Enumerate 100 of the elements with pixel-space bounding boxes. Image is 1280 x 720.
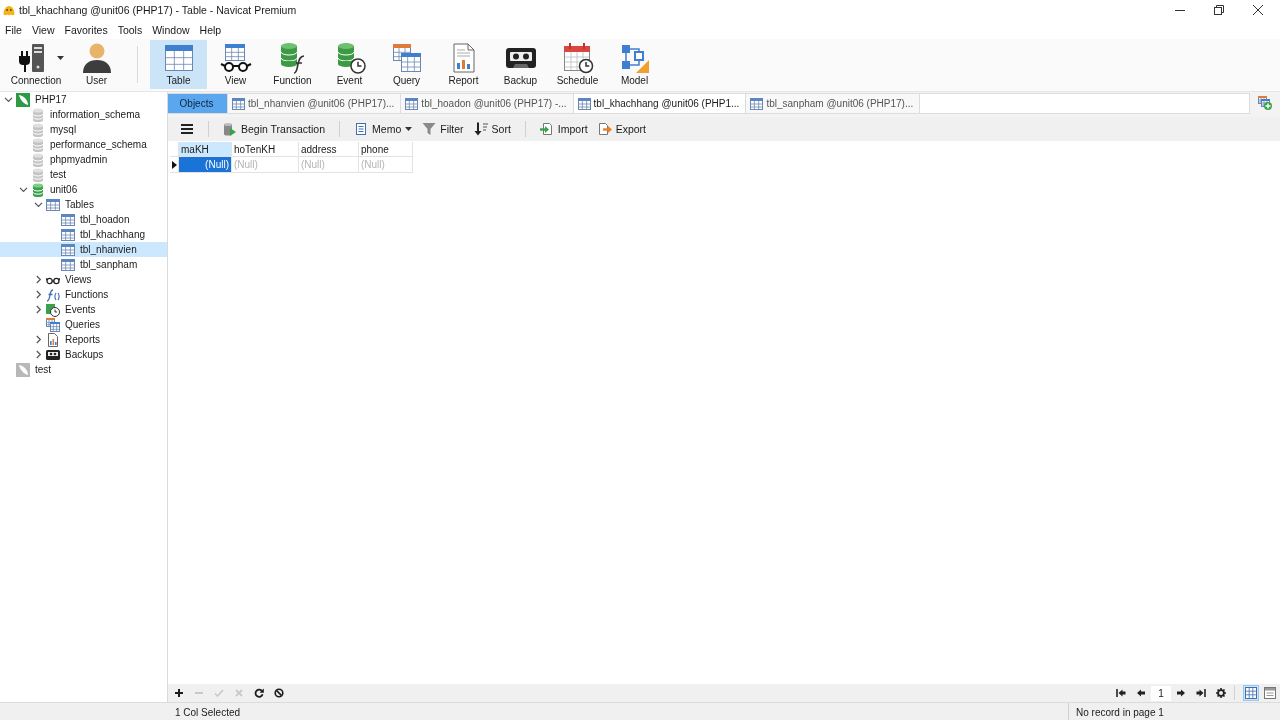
- chevron-right-icon[interactable]: [34, 350, 43, 359]
- chevron-down-icon[interactable]: [4, 95, 13, 104]
- table-icon: [46, 197, 60, 212]
- stacked-tables-icon: [390, 42, 423, 74]
- export-button[interactable]: Export: [593, 119, 650, 139]
- table-icon: [61, 242, 75, 257]
- view-button[interactable]: View: [207, 40, 264, 89]
- tab[interactable]: tbl_hoadon @unit06 (PHP17) -...: [401, 94, 574, 113]
- table-icon: [750, 97, 764, 110]
- table-icon: [405, 97, 419, 110]
- table-icon: [61, 212, 75, 227]
- tree-item[interactable]: Tables: [0, 197, 167, 212]
- menu-item[interactable]: Help: [194, 21, 227, 38]
- column-header[interactable]: maKH: [179, 142, 232, 157]
- transaction-button[interactable]: Begin Transaction: [219, 119, 330, 139]
- arrow-right-icon[interactable]: [1176, 688, 1186, 698]
- chevron-right-icon[interactable]: [34, 335, 43, 344]
- sort-icon: [473, 122, 488, 136]
- arrow-left-icon[interactable]: [1136, 688, 1146, 698]
- chevron-down-icon[interactable]: [19, 185, 28, 194]
- stacked-tables-icon: [46, 317, 60, 332]
- person-icon: [80, 42, 113, 74]
- form-view-icon[interactable]: [1262, 685, 1278, 701]
- skip-first-icon[interactable]: [1116, 688, 1126, 698]
- tree-item[interactable]: unit06: [0, 182, 167, 197]
- status-text: 1 Col Selected: [175, 706, 241, 718]
- model-button[interactable]: Model: [606, 40, 663, 89]
- tab[interactable]: tbl_sanpham @unit06 (PHP17)...: [746, 94, 921, 113]
- tree-item[interactable]: Queries: [0, 317, 167, 332]
- function-button[interactable]: Function: [264, 40, 321, 89]
- document-arrow-icon: [539, 122, 554, 136]
- status-text: No record in page 1: [1076, 706, 1164, 718]
- chevron-right-icon[interactable]: [34, 305, 43, 314]
- table-icon: [162, 42, 195, 74]
- tree-item[interactable]: Reports: [0, 332, 167, 347]
- plus-icon[interactable]: [174, 688, 184, 698]
- tree-item[interactable]: tbl_hoadon: [0, 212, 167, 227]
- tree-item[interactable]: Backups: [0, 347, 167, 362]
- tile-clock-icon: [46, 302, 60, 317]
- tree-item[interactable]: information_schema: [0, 107, 167, 122]
- tree-item[interactable]: test: [0, 362, 167, 377]
- no-entry-icon[interactable]: [274, 688, 284, 698]
- report-button[interactable]: Report: [435, 40, 492, 89]
- close-icon[interactable]: [1253, 5, 1263, 15]
- query-button[interactable]: Query: [378, 40, 435, 89]
- tab[interactable]: Objects: [168, 94, 228, 113]
- tree-item[interactable]: mysql: [0, 122, 167, 137]
- tree-item[interactable]: Functions: [0, 287, 167, 302]
- calendar-clock-icon: [561, 42, 594, 74]
- chevron-down-icon[interactable]: [34, 200, 43, 209]
- backup-button[interactable]: Backup: [492, 40, 549, 89]
- menu-icon: [180, 122, 194, 136]
- document-chart-icon: [46, 332, 60, 347]
- document-arrow-icon: [597, 122, 612, 136]
- menu-item[interactable]: File: [0, 21, 27, 38]
- restore-icon[interactable]: [1214, 5, 1224, 15]
- skip-last-icon[interactable]: [1196, 688, 1206, 698]
- column-header[interactable]: phone: [359, 142, 413, 157]
- import-button[interactable]: Import: [535, 119, 592, 139]
- column-header[interactable]: hoTenKH: [232, 142, 299, 157]
- menu-item[interactable]: Window: [147, 21, 195, 38]
- chevron-right-icon[interactable]: [34, 275, 43, 284]
- table-button[interactable]: Table: [150, 40, 207, 89]
- connection-button[interactable]: Connection: [4, 40, 68, 89]
- page-field[interactable]: 1: [1151, 685, 1171, 701]
- table-cell: (Null): [359, 157, 413, 173]
- tree-item[interactable]: PHP17: [0, 92, 167, 107]
- user-button[interactable]: User: [68, 40, 125, 89]
- funnel-icon: [422, 122, 437, 136]
- table-cell: (Null): [232, 157, 299, 173]
- tree-item[interactable]: test: [0, 167, 167, 182]
- tree-item[interactable]: phpmyadmin: [0, 152, 167, 167]
- filter-button[interactable]: Filter: [418, 119, 468, 139]
- table-cell: (Null): [299, 157, 359, 173]
- table-plus-icon[interactable]: [1258, 96, 1272, 110]
- column-header[interactable]: address: [299, 142, 359, 157]
- database-play-icon: [223, 122, 237, 136]
- chevron-right-icon[interactable]: [34, 290, 43, 299]
- schedule-button[interactable]: Schedule: [549, 40, 606, 89]
- tree-item[interactable]: Events: [0, 302, 167, 317]
- menu-item[interactable]: Favorites: [59, 21, 113, 38]
- tree-item[interactable]: performance_schema: [0, 137, 167, 152]
- table-icon: [232, 97, 245, 110]
- tree-item[interactable]: tbl_sanpham: [0, 257, 167, 272]
- grid-view-icon[interactable]: [1243, 685, 1259, 701]
- menu-item[interactable]: View: [26, 21, 60, 38]
- table-glasses-icon: [219, 42, 252, 74]
- menu-item[interactable]: Tools: [112, 21, 148, 38]
- event-button[interactable]: Event: [321, 40, 378, 89]
- settings-icon[interactable]: [1216, 688, 1226, 698]
- memo-button[interactable]: Memo: [350, 119, 417, 139]
- table-icon: [61, 257, 75, 272]
- tree-item[interactable]: tbl_nhanvien: [0, 242, 167, 257]
- tree-item[interactable]: tbl_khachhang: [0, 227, 167, 242]
- refresh-icon[interactable]: [254, 688, 264, 698]
- window-title: tbl_khachhang @unit06 (PHP17) - Table - Navicat Premium: [19, 4, 297, 16]
- tree-item[interactable]: Views: [0, 272, 167, 287]
- sort-button[interactable]: Sort: [469, 119, 515, 139]
- tab[interactable]: tbl_nhanvien @unit06 (PHP17)...: [228, 94, 402, 113]
- table-cell: (Null): [179, 157, 232, 173]
